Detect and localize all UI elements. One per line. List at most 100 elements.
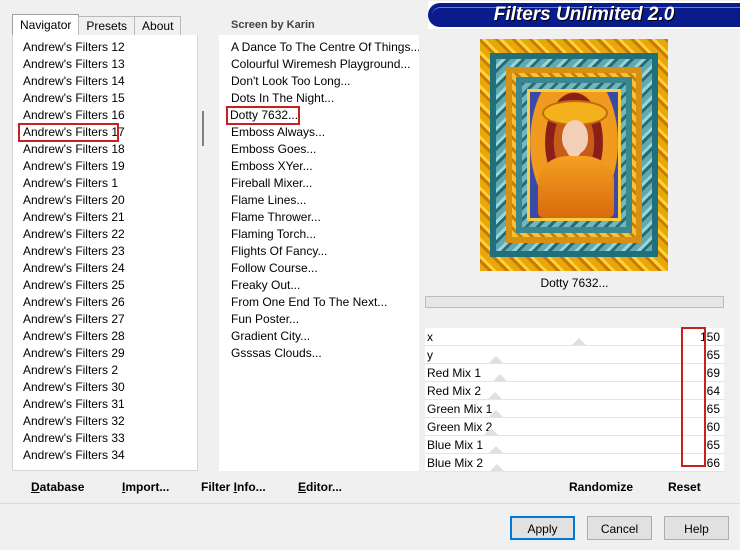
- cancel-button[interactable]: Cancel: [587, 516, 652, 540]
- preview-portrait: [527, 89, 621, 221]
- tab-presets[interactable]: Presets: [78, 16, 136, 36]
- filter-item[interactable]: Freaky Out...: [219, 277, 419, 294]
- category-item[interactable]: Andrew's Filters 34: [13, 447, 197, 464]
- param-label: Blue Mix 2: [427, 456, 484, 470]
- param-value: 66: [706, 456, 720, 470]
- param-value: 65: [706, 348, 720, 362]
- category-item[interactable]: Andrew's Filters 13: [13, 56, 197, 73]
- filter-item[interactable]: Flights Of Fancy...: [219, 243, 419, 260]
- param-row[interactable]: Green Mix 2 60: [425, 418, 724, 436]
- progress-bar: [425, 296, 724, 308]
- filter-item[interactable]: Fun Poster...: [219, 311, 419, 328]
- category-item[interactable]: Andrew's Filters 15: [13, 90, 197, 107]
- category-item[interactable]: Andrew's Filters 16: [13, 107, 197, 124]
- filter-item[interactable]: Emboss Goes...: [219, 141, 419, 158]
- category-item[interactable]: Andrew's Filters 18: [13, 141, 197, 158]
- param-label: Red Mix 1: [427, 366, 482, 380]
- filter-item[interactable]: Flaming Torch...: [219, 226, 419, 243]
- filter-item[interactable]: Dotty 7632...: [226, 106, 300, 125]
- editor-button[interactable]: Editor...: [298, 480, 342, 494]
- reset-button[interactable]: Reset: [668, 480, 701, 494]
- category-item[interactable]: Andrew's Filters 1: [13, 175, 197, 192]
- category-item[interactable]: Andrew's Filters 25: [13, 277, 197, 294]
- values-highlight: [681, 327, 706, 467]
- category-item[interactable]: Andrew's Filters 14: [13, 73, 197, 90]
- filter-item[interactable]: Fireball Mixer...: [219, 175, 419, 192]
- param-label: x: [427, 330, 433, 344]
- category-item[interactable]: Andrew's Filters 32: [13, 413, 197, 430]
- filter-item[interactable]: Flame Lines...: [219, 192, 419, 209]
- category-item[interactable]: Andrew's Filters 22: [13, 226, 197, 243]
- preview-image: [480, 39, 668, 271]
- param-label: Blue Mix 1: [427, 438, 484, 452]
- param-row[interactable]: y 65: [425, 346, 724, 364]
- randomize-button[interactable]: Randomize: [569, 480, 633, 494]
- param-label: Green Mix 2: [427, 420, 493, 434]
- banner-title: Filters Unlimited 2.0: [493, 4, 675, 25]
- param-value: 64: [706, 384, 720, 398]
- param-slider-thumb[interactable]: [489, 446, 503, 453]
- filter-list-panel: A Dance To The Centre Of Things... Colour…: [219, 35, 419, 471]
- category-item[interactable]: Andrew's Filters 19: [13, 158, 197, 175]
- category-item[interactable]: Andrew's Filters 17: [18, 123, 125, 142]
- filter-item[interactable]: Colourful Wiremesh Playground...: [219, 56, 419, 73]
- param-slider-thumb[interactable]: [489, 410, 503, 417]
- param-row[interactable]: Green Mix 1 65: [425, 400, 724, 418]
- category-item[interactable]: Andrew's Filters 24: [13, 260, 197, 277]
- filter-item[interactable]: A Dance To The Centre Of Things...: [219, 39, 419, 56]
- category-item[interactable]: Andrew's Filters 27: [13, 311, 197, 328]
- filter-item[interactable]: Emboss Always...: [219, 124, 419, 141]
- category-item[interactable]: Andrew's Filters 28: [13, 328, 197, 345]
- category-item[interactable]: Andrew's Filters 12: [13, 39, 197, 56]
- category-item[interactable]: Andrew's Filters 30: [13, 379, 197, 396]
- portrait-face: [562, 120, 588, 154]
- filter-item[interactable]: Gsssas Clouds...: [219, 345, 419, 362]
- category-item[interactable]: Andrew's Filters 29: [13, 345, 197, 362]
- param-value: 69: [706, 366, 720, 380]
- filter-item[interactable]: Flame Thrower...: [219, 209, 419, 226]
- param-row[interactable]: Red Mix 1 69: [425, 364, 724, 382]
- filter-item[interactable]: Follow Course...: [219, 260, 419, 277]
- param-label: Red Mix 2: [427, 384, 482, 398]
- filter-item[interactable]: Gradient City...: [219, 328, 419, 345]
- filter-item[interactable]: Dots In The Night...: [219, 90, 419, 107]
- param-slider-thumb[interactable]: [493, 374, 507, 381]
- tab-navigator[interactable]: Navigator: [12, 14, 80, 36]
- category-item[interactable]: Andrew's Filters 2: [13, 362, 197, 379]
- app-banner: Filters Unlimited 2.0: [428, 1, 740, 29]
- preview-area: [425, 35, 724, 273]
- param-row[interactable]: Blue Mix 1 65: [425, 436, 724, 454]
- filter-item[interactable]: From One End To The Next...: [219, 294, 419, 311]
- param-slider-thumb[interactable]: [488, 392, 502, 399]
- param-value: 65: [706, 402, 720, 416]
- param-row[interactable]: x 150: [425, 328, 724, 346]
- param-row[interactable]: Red Mix 2 64: [425, 382, 724, 400]
- tab-about[interactable]: About: [134, 16, 182, 36]
- param-slider-thumb[interactable]: [484, 428, 498, 435]
- category-item[interactable]: Andrew's Filters 21: [13, 209, 197, 226]
- param-label: Green Mix 1: [427, 402, 493, 416]
- database-button[interactable]: Database: [31, 480, 84, 494]
- param-slider-thumb[interactable]: [572, 338, 586, 345]
- tab-bar: Navigator Presets About: [12, 14, 182, 36]
- filter-list: A Dance To The Centre Of Things... Colour…: [219, 39, 419, 362]
- category-item[interactable]: Andrew's Filters 23: [13, 243, 197, 260]
- apply-button[interactable]: Apply: [510, 516, 575, 540]
- param-row[interactable]: Blue Mix 2 66: [425, 454, 724, 472]
- param-slider-thumb[interactable]: [490, 464, 504, 471]
- filter-item[interactable]: Don't Look Too Long...: [219, 73, 419, 90]
- filter-item[interactable]: Emboss XYer...: [219, 158, 419, 175]
- category-item[interactable]: Andrew's Filters 20: [13, 192, 197, 209]
- dialog-divider: [0, 503, 740, 504]
- filter-info-button[interactable]: Filter Info...: [201, 480, 266, 494]
- category-scrollbar[interactable]: [198, 40, 212, 470]
- category-item[interactable]: Andrew's Filters 33: [13, 430, 197, 447]
- category-list-panel: Andrew's Filters 12 Andrew's Filters 13 An…: [12, 35, 198, 471]
- category-item[interactable]: Andrew's Filters 26: [13, 294, 197, 311]
- category-scroll-thumb[interactable]: [202, 111, 204, 146]
- help-button[interactable]: Help: [664, 516, 729, 540]
- category-item[interactable]: Andrew's Filters 31: [13, 396, 197, 413]
- param-slider-thumb[interactable]: [489, 356, 503, 363]
- import-button[interactable]: Import...: [122, 480, 169, 494]
- portrait-dress: [538, 156, 614, 218]
